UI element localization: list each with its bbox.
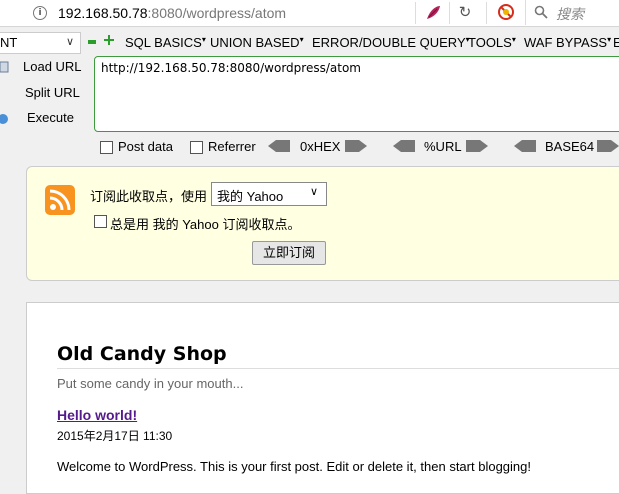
search-input[interactable]: 搜索 [556, 4, 584, 24]
divider [415, 2, 416, 24]
url-encode-arrow-icon[interactable] [466, 140, 488, 152]
load-url-label: Load URL [23, 59, 82, 74]
menu-error-double-query[interactable]: ERROR/DOUBLE QUERY▾ [312, 35, 470, 50]
browser-toolbar: i 192.168.50.78:8080/wordpress/atom ↻ 搜索 [0, 0, 619, 27]
post-data-checkbox[interactable] [100, 141, 113, 154]
execute-label: Execute [27, 110, 74, 125]
address-text[interactable]: 192.168.50.78:8080/wordpress/atom [58, 5, 286, 21]
search-icon [534, 5, 548, 19]
subscribe-now-button[interactable]: 立即订阅 [252, 241, 326, 265]
base64-decode-arrow-icon[interactable] [514, 140, 536, 152]
post-data-label: Post data [118, 139, 173, 154]
search-box[interactable]: 搜索 [525, 0, 619, 25]
site-title: Old Candy Shop [57, 343, 227, 365]
menu-waf-bypass[interactable]: WAF BYPASS▾ [524, 35, 611, 50]
subscribe-label: 订阅此收取点，使用 [90, 189, 208, 204]
reload-icon[interactable]: ↻ [456, 4, 474, 22]
hackbar-select-value: NT [0, 35, 18, 50]
chevron-down-icon: ∨ [66, 36, 75, 48]
menu-sql-basics[interactable]: SQL BASICS▾ [125, 35, 206, 50]
divider [57, 368, 619, 369]
menu-union-based[interactable]: UNION BASED▾ [210, 35, 304, 50]
rss-icon [45, 185, 75, 215]
url-textarea[interactable]: http://192.168.50.78:8080/wordpress/atom [94, 56, 619, 132]
hackbar-icon[interactable] [424, 4, 442, 22]
feed-reader-value: 我的 Yahoo [217, 189, 284, 204]
site-tagline: Put some candy in your mouth... [57, 376, 244, 391]
noscript-block-icon[interactable] [498, 4, 514, 20]
info-icon[interactable]: i [33, 6, 47, 20]
always-use-label: 总是用 我的 Yahoo 订阅收取点。 [110, 217, 301, 232]
divider [449, 2, 450, 24]
address-bar[interactable]: i 192.168.50.78:8080/wordpress/atom [0, 0, 413, 25]
base64-encode-arrow-icon[interactable] [597, 140, 619, 152]
url-decode-arrow-icon[interactable] [393, 140, 415, 152]
menu-tools[interactable]: TOOLS▾ [468, 35, 516, 50]
always-use-checkbox[interactable] [94, 215, 107, 228]
chevron-down-icon: ∨ [310, 186, 319, 198]
increase-icon[interactable] [104, 35, 114, 45]
url-host: 192.168.50.78 [58, 5, 148, 21]
split-url-label: Split URL [25, 85, 80, 100]
decrease-icon[interactable] [88, 40, 96, 44]
url-textarea-value: http://192.168.50.78:8080/wordpress/atom [101, 61, 361, 75]
post-date: 2015年2月17日 11:30 [57, 429, 173, 443]
url-path: :8080/wordpress/atom [147, 5, 287, 21]
post-body: Welcome to WordPress. This is your first… [57, 459, 531, 474]
divider [486, 2, 487, 24]
hackbar-select[interactable]: NT ∨ [0, 32, 81, 54]
menu-encoding[interactable]: E [613, 35, 619, 50]
post-title-link[interactable]: Hello world! [57, 407, 137, 423]
referrer-checkbox[interactable] [190, 141, 203, 154]
hex-decode-arrow-icon[interactable] [268, 140, 290, 152]
execute-icon [0, 114, 8, 124]
base64-label: BASE64 [545, 139, 595, 154]
referrer-label: Referrer [208, 139, 256, 154]
hex-encode-arrow-icon[interactable] [345, 140, 367, 152]
url-encode-label: %URL [424, 139, 462, 154]
load-url-icon [0, 61, 9, 73]
hackbar-toolbar: NT ∨ SQL BASICS▾ UNION BASED▾ ERROR/DOUB… [0, 30, 619, 56]
feed-reader-select[interactable]: 我的 Yahoo ∨ [211, 182, 327, 206]
hex-label: 0xHEX [300, 139, 341, 154]
